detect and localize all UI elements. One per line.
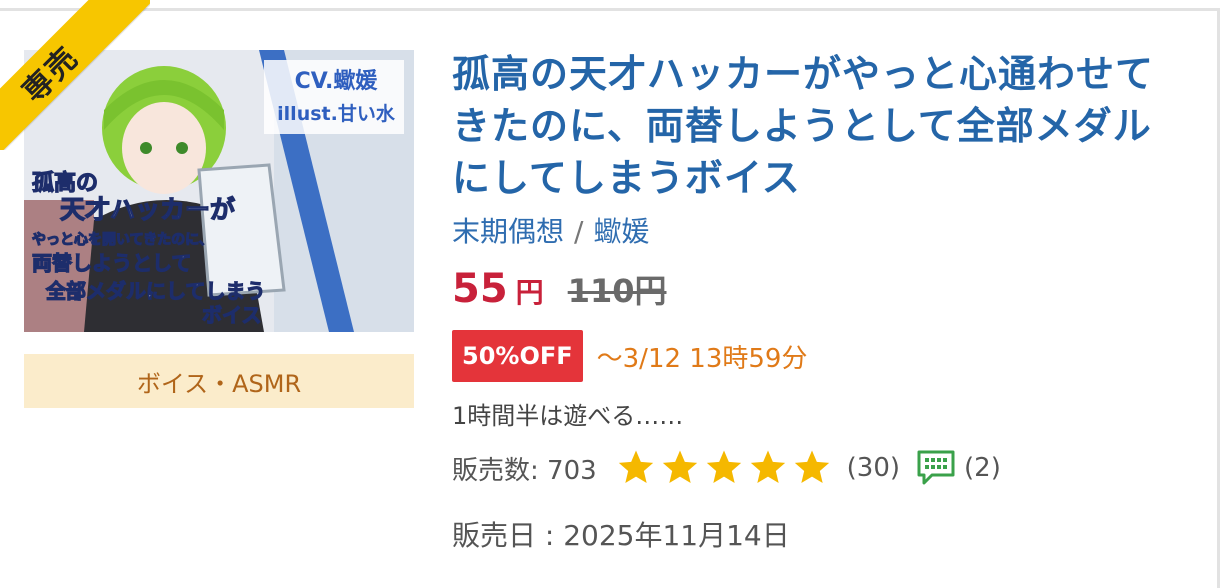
circle-link[interactable]: 末期偶想 — [452, 215, 564, 248]
voice-actor-link[interactable]: 蠍媛 — [593, 215, 649, 248]
thumb-title-line-5: 全部メダルにしてしまう — [45, 279, 265, 303]
sale-deadline: ～3/12 13時59分 — [596, 343, 808, 374]
thumb-title-line-1: 孤高の — [32, 170, 98, 196]
discount-badge: 50%OFF — [452, 330, 583, 382]
category-label[interactable]: ボイス・ASMR — [24, 354, 414, 408]
exclusive-ribbon: 専売 — [0, 0, 150, 150]
star-icon — [794, 450, 829, 483]
star-icon — [618, 450, 653, 483]
thumb-title-line-4: 両替しようとして — [32, 251, 191, 275]
comment-count[interactable]: (2) — [964, 453, 1001, 483]
rating-count: (30) — [846, 453, 901, 483]
sale-row: 50%OFF ～3/12 13時59分 — [452, 330, 807, 382]
star-icon — [662, 450, 697, 483]
price-row: 55 円 110円 — [452, 266, 667, 316]
original-price: 110円 — [567, 272, 667, 310]
exclusive-badge-text: 専売 — [16, 39, 87, 110]
star-icon — [706, 450, 741, 483]
thumb-title-line-6: ボイス — [202, 303, 261, 327]
rating-stars[interactable] — [615, 448, 835, 488]
sales-count: 販売数: 703 — [452, 455, 597, 486]
work-title[interactable]: 孤高の天才ハッカーがやっと心通わせてきたのに、両替しようとして全部メダルにしてし… — [452, 48, 1182, 204]
illust-credit: illust.甘い水 — [277, 103, 396, 125]
stats-row: 販売数: 703 (30) (2) — [452, 446, 1001, 490]
star-icon — [750, 450, 785, 483]
release-date: 販売日 : 2025年11月14日 — [452, 519, 790, 552]
top-divider — [0, 8, 1220, 11]
sale-price: 55 — [452, 266, 508, 312]
thumb-title-line-3: やっと心を開いてきたのに、 — [32, 232, 213, 248]
credits: 末期偶想 / 蠍媛 — [452, 210, 649, 250]
price-unit: 円 — [515, 276, 544, 309]
thumb-title-line-2: 天才ハッカーが — [60, 195, 235, 224]
cv-credit: CV.蠍媛 — [295, 68, 379, 94]
exclusive-ribbon-band: 専売 — [0, 0, 150, 150]
credit-separator: / — [574, 215, 584, 248]
comment-icon[interactable] — [916, 449, 956, 487]
work-summary: 1時間半は遊べる…… — [452, 402, 684, 430]
